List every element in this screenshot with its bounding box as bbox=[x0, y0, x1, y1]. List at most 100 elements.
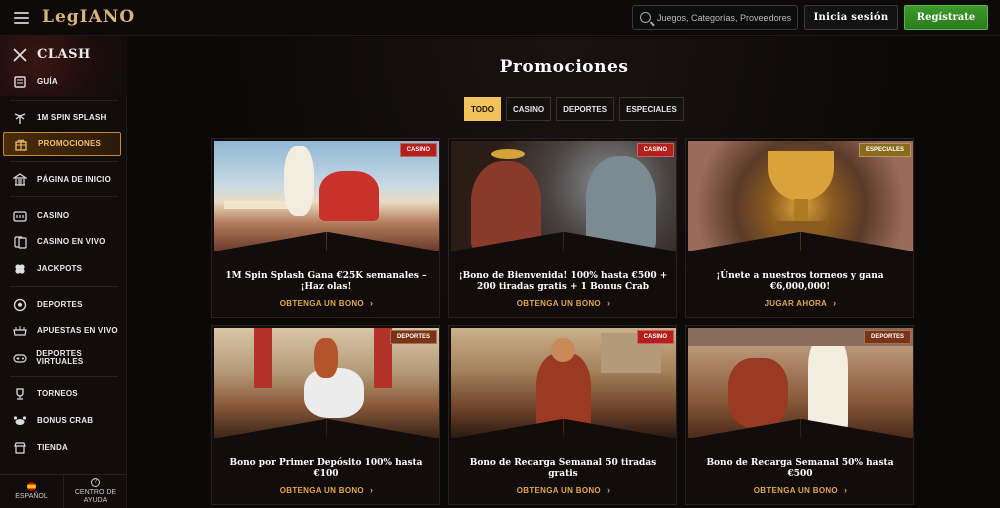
sidebar-item-deportes-virtuales[interactable]: DEPORTES VIRTUALES bbox=[0, 346, 127, 370]
sidebar-item-label: JACKPOTS bbox=[37, 263, 83, 273]
promo-title: Bono por Primer Depósito 100% hasta €100 bbox=[229, 458, 423, 479]
gift-icon bbox=[13, 137, 29, 151]
sidebar-divider bbox=[10, 286, 118, 287]
language-label: ESPAÑOL bbox=[15, 492, 48, 500]
promo-cta-link[interactable]: OBTENGA UN BONO › bbox=[449, 298, 676, 308]
sidebar-item-jackpots[interactable]: JACKPOTS bbox=[0, 257, 127, 281]
promo-title: ¡Únete a nuestros torneos y gana €6,000,… bbox=[716, 271, 884, 292]
sidebar-item-apuestas-en-vivo[interactable]: APUESTAS EN VIVO bbox=[0, 319, 127, 343]
promo-cta-link[interactable]: JUGAR AHORA › bbox=[686, 298, 913, 308]
scroll-icon bbox=[12, 75, 28, 89]
crab-icon bbox=[12, 414, 28, 428]
register-button[interactable]: Regístrate bbox=[904, 5, 988, 30]
shop-icon bbox=[12, 441, 28, 455]
sidebar-item-label: DEPORTES bbox=[37, 299, 83, 309]
sidebar-item-label: PROMOCIONES bbox=[38, 138, 102, 148]
promo-cta-link[interactable]: OBTENGA UN BONO › bbox=[212, 485, 439, 495]
category-badge: CASINO bbox=[636, 143, 674, 157]
cta-label: OBTENGA UN BONO bbox=[279, 486, 364, 495]
sidebar-divider bbox=[10, 100, 118, 101]
promo-card[interactable]: DEPORTES Bono por Primer Depósito 100% h… bbox=[211, 325, 440, 505]
sidebar-item-label: CLASH bbox=[37, 47, 91, 63]
sidebar-item-promociones[interactable]: PROMOCIONES bbox=[3, 132, 121, 156]
promo-card[interactable]: CASINO ¡Bono de Bienvenida! 100% hasta €… bbox=[448, 138, 677, 318]
sidebar-item-label: CASINO EN VIVO bbox=[37, 236, 106, 246]
cards-icon bbox=[12, 235, 28, 249]
sidebar-item-label: BONUS CRAB bbox=[37, 415, 94, 425]
slot-machine-icon bbox=[12, 209, 28, 223]
cta-label: OBTENGA UN BONO bbox=[279, 299, 364, 308]
chevron-right-icon: › bbox=[369, 298, 374, 308]
sidebar-item-inicio[interactable]: PÁGINA DE INICIO bbox=[0, 168, 127, 192]
promo-image bbox=[214, 141, 439, 252]
category-badge: CASINO bbox=[636, 330, 674, 344]
sidebar-item-casino-en-vivo[interactable]: CASINO EN VIVO bbox=[0, 230, 127, 254]
sidebar-footer: ESPAÑOL ? CENTRO DE AYUDA bbox=[0, 474, 127, 508]
promo-image bbox=[451, 141, 676, 252]
chevron-right-icon: › bbox=[833, 298, 837, 308]
promo-image bbox=[451, 328, 676, 439]
main-content: Promociones TODO CASINO DEPORTES ESPECIA… bbox=[128, 37, 1000, 508]
sidebar-item-label: PÁGINA DE INICIO bbox=[37, 174, 112, 184]
sidebar-item-label: 1M SPIN SPLASH bbox=[37, 112, 107, 122]
gamepad-icon bbox=[12, 351, 27, 365]
sidebar-item-casino[interactable]: CASINO bbox=[0, 204, 127, 228]
help-icon: ? bbox=[91, 477, 100, 487]
sidebar-item-guia[interactable]: GUÍA bbox=[0, 70, 127, 94]
promo-card[interactable]: DEPORTES Bono de Recarga Semanal 50% has… bbox=[685, 325, 914, 505]
crossed-swords-icon bbox=[12, 48, 28, 62]
sidebar-item-tienda[interactable]: TIENDA bbox=[0, 436, 127, 460]
sidebar-divider bbox=[10, 376, 118, 377]
temple-icon bbox=[12, 173, 28, 187]
promo-card[interactable]: CASINO Bono de Recarga Semanal 50 tirada… bbox=[448, 325, 677, 505]
clover-icon bbox=[12, 262, 28, 276]
sidebar-item-label: APUESTAS EN VIVO bbox=[37, 325, 118, 335]
sidebar-item-torneos[interactable]: TORNEOS bbox=[0, 382, 127, 406]
stadium-icon bbox=[12, 324, 28, 338]
category-badge: DEPORTES bbox=[389, 330, 437, 344]
chevron-right-icon: › bbox=[606, 485, 611, 495]
chevron-right-icon: › bbox=[369, 485, 374, 495]
help-label: CENTRO DE AYUDA bbox=[74, 488, 117, 504]
tab-todo[interactable]: TODO bbox=[464, 97, 501, 121]
category-badge: DEPORTES bbox=[863, 330, 911, 344]
sidebar-item-label: GUÍA bbox=[37, 76, 58, 86]
cta-label: OBTENGA UN BONO bbox=[516, 486, 601, 495]
help-center-link[interactable]: ? CENTRO DE AYUDA bbox=[64, 475, 127, 508]
hamburger-menu-icon[interactable] bbox=[14, 12, 29, 24]
sidebar-item-spin-splash[interactable]: 1M SPIN SPLASH bbox=[0, 106, 127, 130]
login-button[interactable]: Inicia sesión bbox=[804, 5, 898, 30]
trophy-icon bbox=[12, 387, 28, 401]
promo-title: 1M Spin Splash Gana €25K semanales – ¡Ha… bbox=[225, 271, 427, 292]
promo-title: ¡Bono de Bienvenida! 100% hasta €500 + 2… bbox=[458, 271, 668, 292]
top-header: LegIANO Inicia sesión Regístrate bbox=[0, 0, 1000, 36]
sidebar-item-clash[interactable]: CLASH bbox=[0, 43, 127, 67]
palm-tree-icon bbox=[12, 111, 28, 125]
spain-flag-icon bbox=[27, 481, 36, 491]
promo-card[interactable]: CASINO 1M Spin Splash Gana €25K semanale… bbox=[211, 138, 440, 318]
language-selector[interactable]: ESPAÑOL bbox=[0, 475, 64, 508]
sidebar-item-bonus-crab[interactable]: BONUS CRAB bbox=[0, 409, 127, 433]
promo-cta-link[interactable]: OBTENGA UN BONO › bbox=[686, 485, 913, 495]
cta-label: JUGAR AHORA bbox=[764, 299, 828, 308]
cta-label: OBTENGA UN BONO bbox=[516, 299, 601, 308]
tab-casino[interactable]: CASINO bbox=[505, 97, 552, 121]
sidebar-item-label: TORNEOS bbox=[37, 388, 78, 398]
promo-title: Bono de Recarga Semanal 50% hasta €500 bbox=[706, 458, 894, 479]
soccer-ball-icon bbox=[12, 298, 28, 312]
promo-card[interactable]: ESPECIALES ¡Únete a nuestros torneos y g… bbox=[685, 138, 914, 318]
sidebar: CLASH GUÍA 1M SPIN SPLASH PROMOCIONES PÁ… bbox=[0, 36, 127, 508]
sidebar-item-deportes[interactable]: DEPORTES bbox=[0, 293, 127, 317]
promo-image bbox=[688, 328, 913, 439]
page-title: Promociones bbox=[499, 57, 629, 77]
tab-deportes[interactable]: DEPORTES bbox=[556, 97, 615, 121]
promo-title: Bono de Recarga Semanal 50 tiradas grati… bbox=[469, 458, 657, 479]
search-box[interactable] bbox=[632, 5, 798, 30]
category-badge: ESPECIALES bbox=[858, 143, 911, 157]
promo-cta-link[interactable]: OBTENGA UN BONO › bbox=[212, 298, 439, 308]
chevron-right-icon: › bbox=[606, 298, 611, 308]
search-input[interactable] bbox=[657, 12, 797, 23]
site-logo[interactable]: LegIANO bbox=[42, 7, 135, 27]
tab-especiales[interactable]: ESPECIALES bbox=[619, 97, 684, 121]
promo-cta-link[interactable]: OBTENGA UN BONO › bbox=[449, 485, 676, 495]
